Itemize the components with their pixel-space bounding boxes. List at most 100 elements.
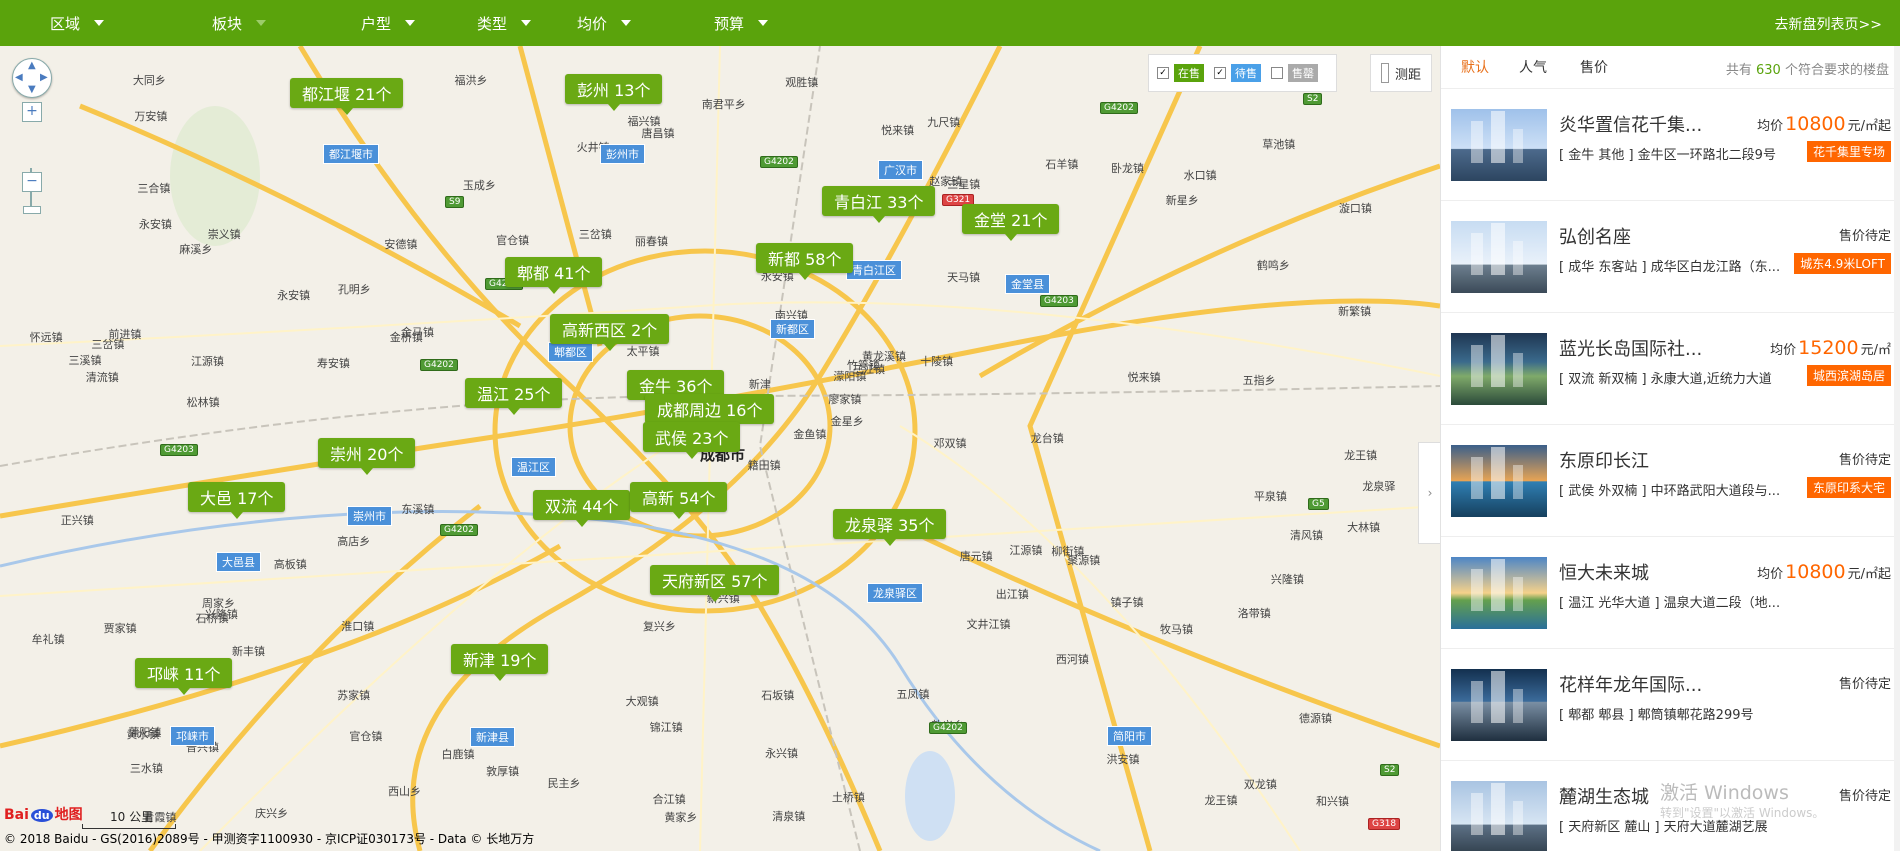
listing-price: 售价待定 [1839,673,1891,692]
listing-thumbnail[interactable] [1451,109,1547,181]
listing-address: [ 成华 东客站 ] 成华区白龙江路（东... [1559,260,1781,275]
place-label: 龙王镇 [1344,448,1378,462]
zoom-slider-handle[interactable] [23,206,41,214]
district-tag: 龙泉驿区 [867,583,923,603]
place-label: 籍田镇 [747,458,781,472]
listing-item[interactable]: 炎华置信花千集... 均价 10800 元/㎡起 [ 金牛 其他 ] 金牛区一环路北二段… [1441,89,1900,201]
district-marker[interactable]: 邛崃 11个 [135,658,233,695]
district-tag: 郫都区 [548,342,593,362]
listing-item[interactable]: 东原印长江 售价待定 [ 武侯 外双楠 ] 中环路武阳大道段与... 东原印系大宅 [1441,425,1900,537]
district-marker[interactable]: 大邑 17个 [188,482,286,519]
pan-right-icon[interactable]: ▶ [40,72,48,83]
listing-name[interactable]: 恒大未来城 [1559,559,1649,585]
zoom-in-button[interactable]: + [22,102,42,122]
district-marker[interactable]: 彭州 13个 [565,74,663,111]
listing-name[interactable]: 炎华置信花千集... [1559,111,1702,137]
pan-control[interactable]: ▲ ▼ ◀ ▶ [12,58,52,98]
listing-name[interactable]: 蓝光长岛国际社... [1559,335,1702,361]
place-label: 悦来镇 [1127,371,1161,385]
place-label: 唐元镇 [959,549,993,563]
listing-item[interactable]: 弘创名座 售价待定 [ 成华 东客站 ] 成华区白龙江路（东... 城东4.9米LOF… [1441,201,1900,313]
scale-label: 10 公里 [110,810,154,824]
sort-option[interactable]: 人气 [1519,57,1550,77]
filter-2[interactable]: 户型 [361,0,421,46]
collapse-panel-button[interactable]: › [1418,442,1440,544]
place-label: 牟礼镇 [31,632,65,646]
district-marker[interactable]: 双流 44个 [533,490,631,527]
district-marker[interactable]: 龙泉驿 35个 [833,509,947,546]
checkbox-icon[interactable]: ✓ [1214,67,1226,79]
filter-0[interactable]: 区域 [50,0,110,46]
district-marker[interactable]: 武侯 23个 [643,422,741,459]
place-label: 永安镇 [277,289,311,303]
district-tag: 金堂县 [1005,274,1050,294]
status-checkbox-0[interactable]: ✓ 在售 [1157,64,1204,82]
new-listings-link[interactable]: 去新盘列表页>> [1775,14,1882,34]
listing-name[interactable]: 东原印长江 [1559,447,1649,473]
listing-thumbnail[interactable] [1451,781,1547,851]
sort-option[interactable]: 默认 [1461,57,1489,77]
pan-left-icon[interactable]: ◀ [15,72,23,83]
district-marker[interactable]: 金堂 21个 [962,204,1060,241]
pan-down-icon[interactable]: ▼ [28,84,36,95]
place-label: 寿安镇 [316,357,350,371]
checkbox-icon[interactable] [1271,67,1283,79]
listing-name[interactable]: 花样年龙年国际... [1559,671,1702,697]
district-marker[interactable]: 青白江 33个 [822,186,936,223]
listing-thumbnail[interactable] [1451,669,1547,741]
place-label: 金鱼镇 [793,428,827,442]
district-marker[interactable]: 郫都 41个 [505,257,603,294]
district-marker[interactable]: 新都 58个 [756,243,854,280]
listing-name[interactable]: 麓湖生态城 [1559,783,1649,809]
district-marker[interactable]: 天府新区 57个 [650,565,780,602]
filter-3[interactable]: 类型 [477,0,537,46]
filter-1[interactable]: 板块 [212,0,272,46]
measure-distance-button[interactable]: 测距 [1370,54,1432,92]
district-marker[interactable]: 温江 25个 [465,378,563,415]
district-tag: 崇州市 [347,506,392,526]
district-tag: 青白江区 [846,260,902,280]
listing-address: [ 温江 光华大道 ] 温泉大道二段（地... [1559,596,1781,611]
sort-label: 人气 [1519,60,1547,76]
listing-promo-tag[interactable]: 城西滨湖岛居 [1806,365,1891,386]
count-value: 630 [1756,63,1781,78]
listing-thumbnail[interactable] [1451,221,1547,293]
status-checkbox-1[interactable]: ✓ 待售 [1214,64,1261,82]
listing-promo-tag[interactable]: 东原印系大宅 [1806,477,1891,498]
listing-thumbnail[interactable] [1451,445,1547,517]
district-marker[interactable]: 高新 54个 [630,482,728,519]
filter-4[interactable]: 均价 [577,0,637,46]
district-marker[interactable]: 新津 19个 [451,644,549,681]
listing-name[interactable]: 弘创名座 [1559,223,1631,249]
listing-item[interactable]: 恒大未来城 均价 10800 元/㎡起 [ 温江 光华大道 ] 温泉大道二段（地... [1441,537,1900,649]
pan-up-icon[interactable]: ▲ [28,60,36,71]
listing-panel: 默认 人气 售价 共有 630 个符合要求的楼盘 炎华置信花千集... 均价 10800… [1440,46,1900,851]
filter-label: 预算 [714,14,745,33]
price-price-prefix: 均价 [1770,343,1797,358]
status-checkbox-2[interactable]: 售罄 [1271,64,1318,82]
place-label: 三溪镇 [68,353,102,367]
listing-thumbnail[interactable] [1451,333,1547,405]
filter-5[interactable]: 预算 [714,0,774,46]
district-marker[interactable]: 高新西区 2个 [550,314,670,351]
place-label: 淮口镇 [341,620,375,634]
listing-item[interactable]: 花样年龙年国际... 售价待定 [ 郫都 郫县 ] 郫筒镇郫花路299号 [1441,649,1900,761]
district-marker[interactable]: 成都周边 16个 [645,394,775,431]
listing-price: 均价 10800 元/㎡起 [1757,561,1891,583]
listing-promo-tag[interactable]: 城东4.9米LOFT [1794,253,1891,274]
listing-thumbnail[interactable] [1451,557,1547,629]
map-canvas[interactable]: 麻溪乡 蒲阳镇 濛阳镇 九尺镇 三星镇 金鱼镇 和兴镇 松林镇 漩口镇 天马镇 庆兴乡 丽春镇 南兴镇新… [0,46,1440,851]
listing-item[interactable]: 蓝光长岛国际社... 均价 15200 元/㎡ [ 双流 新双楠 ] 永康大道,近统力大… [1441,313,1900,425]
district-marker[interactable]: 崇州 20个 [318,438,416,475]
panel-scrollbar[interactable] [1894,46,1900,851]
district-marker[interactable]: 都江堰 21个 [290,78,404,115]
sort-option[interactable]: 售价 [1580,57,1611,77]
checkbox-icon[interactable]: ✓ [1157,67,1169,79]
place-label: 怀远镇 [29,331,63,345]
highway-shield: S9 [445,196,465,208]
listing-promo-tag[interactable]: 花千集里专场 [1806,141,1891,162]
price-price: 10800 [1785,561,1846,583]
scale-bar [82,824,176,829]
price-pending: 售价待定 [1838,789,1891,804]
zoom-out-button[interactable]: − [22,172,42,192]
